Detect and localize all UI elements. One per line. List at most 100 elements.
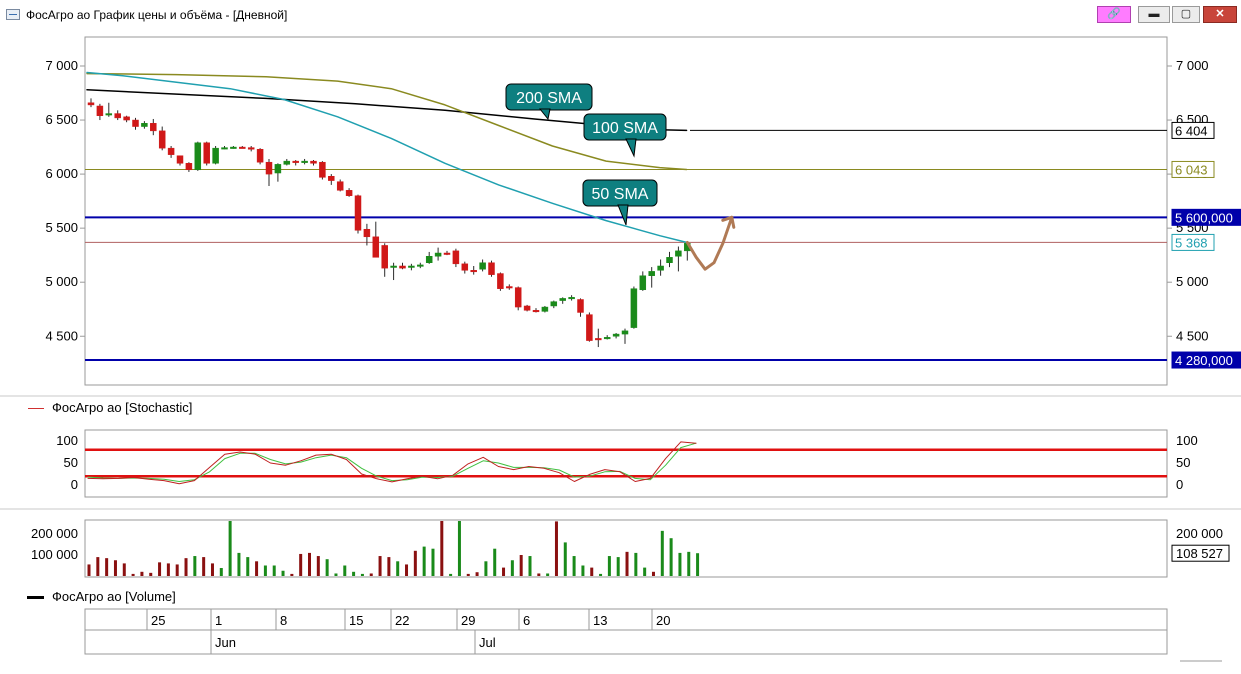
time-day-label: 13 <box>593 613 607 628</box>
price-ytick-left: 6 500 <box>45 112 78 127</box>
candle-body <box>390 265 397 268</box>
volume-bar <box>590 567 594 576</box>
volume-bar <box>308 552 311 576</box>
volume-bar <box>660 530 664 576</box>
volume-bar <box>316 556 320 576</box>
time-day-label: 25 <box>151 613 165 628</box>
candle-body <box>541 306 549 312</box>
volume-bar <box>696 553 700 576</box>
volume-bar <box>607 556 611 576</box>
volume-bar <box>519 555 523 576</box>
volume-bar <box>87 564 91 576</box>
candle-body <box>657 265 664 271</box>
stochastic-ytick-right: 100 <box>1176 433 1198 448</box>
time-month-label: Jun <box>215 635 236 650</box>
candle-body <box>203 142 210 164</box>
volume-bar <box>166 563 170 576</box>
candle-body <box>506 286 513 289</box>
candle-body <box>479 262 486 270</box>
volume-bar <box>360 573 364 576</box>
volume-bar <box>193 556 197 576</box>
volume-bar <box>272 565 276 576</box>
volume-bar <box>131 573 135 576</box>
volume-bar <box>237 552 241 576</box>
candle-body <box>595 338 602 341</box>
volume-bar <box>563 542 567 576</box>
volume-bar <box>581 565 585 576</box>
volume-bar <box>210 563 214 576</box>
volume-bar <box>651 571 655 576</box>
stochastic-legend-swatch <box>28 408 44 409</box>
volume-bar <box>228 521 232 576</box>
volume-bar <box>546 573 550 576</box>
volume-bar <box>175 564 179 576</box>
volume-bar <box>352 571 356 576</box>
volume-bar <box>537 573 541 576</box>
volume-bar <box>122 563 126 576</box>
volume-bar <box>149 572 153 576</box>
candle-body <box>336 181 344 191</box>
candle-body <box>141 123 148 127</box>
volume-bar <box>616 557 620 576</box>
candle-body <box>452 250 460 265</box>
volume-bar <box>449 573 453 576</box>
candle-body <box>150 123 157 132</box>
volume-bar <box>263 565 267 576</box>
volume-bar <box>687 551 691 576</box>
volume-bar <box>184 558 188 576</box>
candle-body <box>247 147 255 150</box>
candle-body <box>167 147 175 155</box>
candle-body <box>568 297 575 300</box>
candle-body <box>363 228 371 238</box>
volume-bar <box>475 572 479 576</box>
volume-bar <box>643 567 647 576</box>
candle-body <box>408 265 415 268</box>
candle-body <box>328 176 335 181</box>
candle-body <box>105 113 113 116</box>
volume-bar <box>255 561 259 576</box>
candle-body <box>185 163 193 171</box>
stochastic-ytick-right: 50 <box>1176 455 1190 470</box>
candle-body <box>354 195 362 231</box>
volume-bar <box>387 557 391 576</box>
candle-body <box>265 161 273 175</box>
volume-legend-swatch <box>27 596 44 599</box>
candle-body <box>399 265 406 269</box>
candle-body <box>523 305 531 311</box>
volume-bar <box>378 556 382 576</box>
candle-body <box>310 160 317 164</box>
volume-bar <box>510 560 514 576</box>
candle-body <box>319 161 326 178</box>
sma-callout-label: 50 SMA <box>592 186 649 203</box>
time-day-label: 20 <box>656 613 670 628</box>
candle-body <box>434 252 442 257</box>
volume-bar <box>413 550 417 576</box>
candle-body <box>158 130 166 149</box>
volume-bar <box>493 548 497 576</box>
candle-body <box>621 330 629 335</box>
time-day-label: 29 <box>461 613 475 628</box>
candle-body <box>230 146 237 149</box>
volume-bar <box>158 562 162 576</box>
chart-window: ФосАгро ао График цены и объёма - [Дневн… <box>0 0 1241 674</box>
candle-body <box>470 270 477 273</box>
candle-body <box>96 105 104 116</box>
volume-bar <box>554 521 558 576</box>
candle-body <box>212 147 219 164</box>
candle-body <box>274 164 282 174</box>
candle-body <box>194 142 202 171</box>
candle-body <box>114 113 121 119</box>
volume-bar <box>599 573 603 576</box>
volume-bar <box>290 573 294 576</box>
candle-body <box>577 299 584 313</box>
volume-ytick-left: 100 000 <box>31 547 78 562</box>
volume-bar <box>405 564 409 576</box>
price-ytick-left: 5 000 <box>45 274 78 289</box>
candle-body <box>514 287 522 308</box>
candle-body <box>425 256 433 263</box>
candle-body <box>532 310 540 313</box>
volume-bar <box>343 565 347 576</box>
volume-bar <box>528 556 532 576</box>
candle-body <box>586 314 593 341</box>
volume-bar <box>369 573 373 576</box>
